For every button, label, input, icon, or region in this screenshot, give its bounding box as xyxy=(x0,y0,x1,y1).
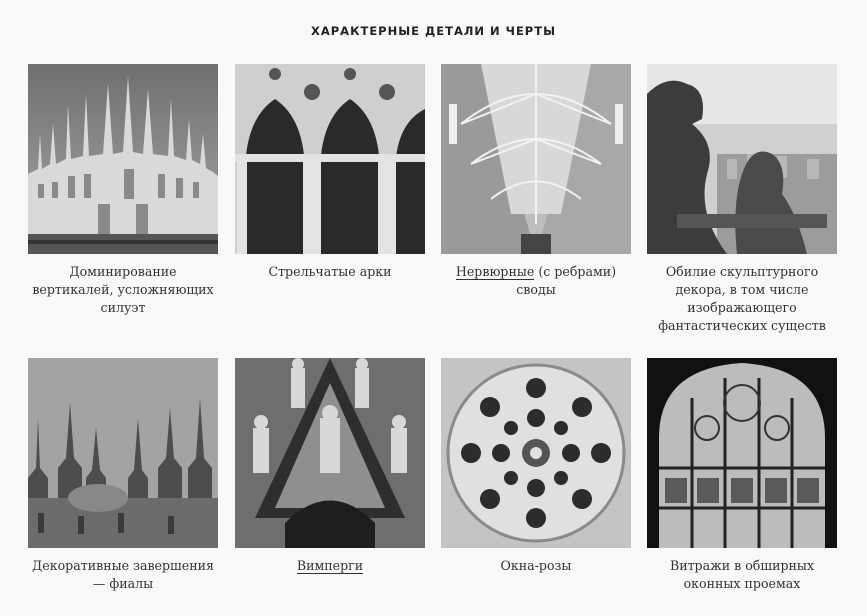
feature-caption: Окна-розы xyxy=(500,558,572,573)
feature-card-rose: Окна-розы xyxy=(441,358,631,575)
feature-card-arches: Стрельчатые арки xyxy=(235,64,425,281)
feature-caption: Вимперги xyxy=(235,557,425,575)
feature-card-stained-glass: Витражи в обширных оконных проемах xyxy=(647,358,837,593)
feature-card-pinnacles: Декоративные завершения — фиалы xyxy=(28,358,218,593)
rose-window-photo xyxy=(441,358,631,548)
feature-caption: Нервюрные (с ребрами) своды xyxy=(455,264,617,297)
gargoyle-photo xyxy=(647,64,837,254)
cathedral-facade-photo xyxy=(28,64,218,254)
feature-caption: Доминирование вертикалей, усложняющих си… xyxy=(32,264,214,315)
feature-card-verticals: Доминирование вертикалей, усложняющих си… xyxy=(28,64,218,317)
gable-sculpture-photo xyxy=(235,358,425,548)
feature-card-vaults: Нервюрные (с ребрами) своды xyxy=(441,64,631,299)
wimperg-link[interactable]: Вимперги xyxy=(296,558,364,574)
feature-caption: Декоративные завершения — фиалы xyxy=(32,558,214,591)
section-title: ХАРАКТЕРНЫЕ ДЕТАЛИ И ЧЕРТЫ xyxy=(310,24,556,38)
feature-caption: Стрельчатые арки xyxy=(268,264,392,279)
rib-vault-photo xyxy=(441,64,631,254)
stained-glass-photo xyxy=(647,358,837,548)
feature-caption: Обилие скульптурного декора, в том числе… xyxy=(658,264,826,333)
feature-caption: Витражи в обширных оконных проемах xyxy=(669,558,815,591)
feature-card-wimpergs: Вимперги xyxy=(235,358,425,575)
feature-card-sculpture: Обилие скульптурного декора, в том числе… xyxy=(647,64,837,335)
pointed-arches-photo xyxy=(235,64,425,254)
pinnacles-photo xyxy=(28,358,218,548)
rib-vault-link[interactable]: Нервюрные xyxy=(455,264,535,280)
